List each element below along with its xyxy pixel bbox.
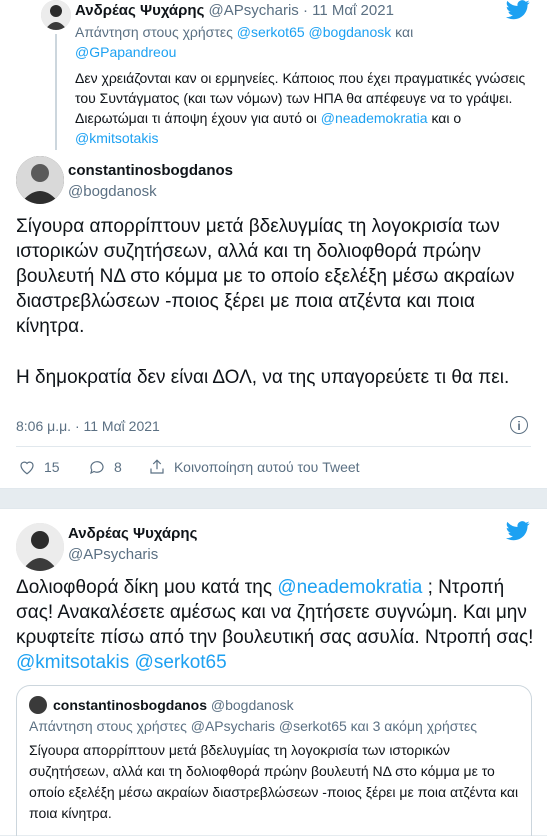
tweet-card: Ανδρέας Ψυχάρης @APsycharis Δολιοφθορά δ… [0,508,547,836]
reply-users: @APsycharis @serkot65 [190,718,347,734]
like-icon [20,461,34,475]
twitter-bird-icon[interactable] [506,0,530,20]
reply-user-link[interactable]: @GPapandreou [75,44,176,60]
divider [16,446,531,447]
author-name[interactable]: Ανδρέας Ψυχάρης [75,2,204,19]
reply-prefix: Απάντηση στους χρήστες [75,24,233,40]
mention-link[interactable]: @serkot65 [135,652,227,673]
reply-count: 8 [114,459,122,475]
quoted-author-name: constantinosbogdanos [53,697,207,713]
info-icon[interactable]: i [510,416,528,434]
share-label: Κοινοποίηση αυτού του Tweet [174,459,360,475]
reply-icon [90,461,104,475]
reply-and: και [395,24,414,40]
reply-users-link[interactable]: @serkot65 @bogdanosk [237,24,392,40]
reply-context: Απάντηση στους χρήστες @APsycharis @serk… [29,718,477,734]
reply-button[interactable]: 8 [88,458,122,476]
tweet-paragraph: Η δημοκρατία δεν είναι ΔΟΛ, να της υπαγο… [16,367,510,388]
avatar[interactable] [16,156,64,204]
parent-tweet-text: Δεν χρειάζονται καν οι ερμηνείες. Κάποιο… [75,68,535,148]
tweet-paragraph: Σίγουρα απορρίπτουν μετά βδελυγμίας τη λ… [16,216,515,337]
tweet-thread-card: Ανδρέας Ψυχάρης @APsycharis · 11 Μαΐ 202… [0,0,547,489]
author-handle[interactable]: @APsycharis [68,546,158,563]
tweet-text-part: Δολιοφθορά δίκη μου κατά της [16,577,273,598]
twitter-bird-icon[interactable] [506,521,530,541]
author-handle[interactable]: @APsycharis [209,2,299,19]
tweet-text: Σίγουρα απορρίπτουν μετά βδελυγμίας τη λ… [16,214,536,416]
mention-link[interactable]: @kmitsotakis [75,130,158,146]
author-name[interactable]: Ανδρέας Ψυχάρης [68,525,197,542]
like-count: 15 [44,459,60,475]
thread-line [55,34,57,150]
tweet-timestamp[interactable]: 8:06 μ.μ. · 11 Μαΐ 2021 [16,418,160,434]
quoted-author-handle: @bogdanosk [210,697,294,713]
author-name[interactable]: constantinosbogdanos [68,162,233,179]
reply-context: Απάντηση στους χρήστες @serkot65 @bogdan… [75,22,495,62]
like-button[interactable]: 15 [18,458,60,476]
share-icon [150,459,164,474]
author-handle[interactable]: @bogdanosk [68,183,157,200]
avatar[interactable] [16,523,64,571]
parent-author[interactable]: Ανδρέας Ψυχάρης @APsycharis · 11 Μαΐ 202… [75,2,394,19]
mention-link[interactable]: @neademokratia [321,110,428,126]
parent-tweet[interactable]: Ανδρέας Ψυχάρης @APsycharis · 11 Μαΐ 202… [15,0,530,150]
tweet-text: Δολιοφθορά δίκη μου κατά της @neademokra… [16,575,536,675]
avatar[interactable] [41,0,71,30]
quoted-author: constantinosbogdanos @bogdanosk [53,697,294,713]
reply-prefix: Απάντηση στους χρήστες [29,718,187,734]
share-button[interactable]: Κοινοποίηση αυτού του Tweet [148,458,360,476]
mention-link[interactable]: @neademokratia [277,577,422,598]
tweet-text-connector: και ο [431,110,462,126]
reply-more: και 3 ακόμη χρήστες [350,718,477,734]
avatar [29,696,47,714]
tweet-date[interactable]: · 11 Μαΐ 2021 [303,2,394,19]
mention-link[interactable]: @kmitsotakis [16,652,129,673]
quoted-tweet-text: Σίγουρα απορρίπτουν μετά βδελυγμίας τη λ… [29,742,519,821]
quoted-tweet[interactable]: constantinosbogdanos @bogdanosk Απάντηση… [16,685,532,836]
